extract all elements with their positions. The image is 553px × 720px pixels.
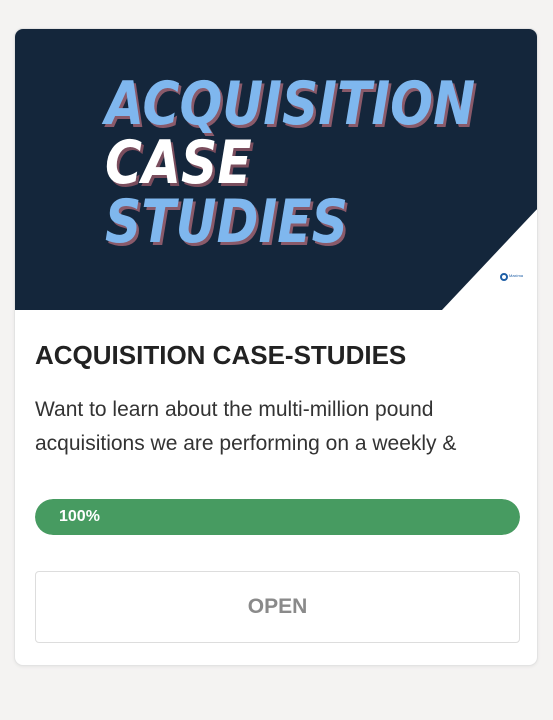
progress-bar: 100% — [35, 499, 520, 535]
course-title: ACQUISITION CASE-STUDIES — [35, 340, 407, 370]
logo-ring-icon — [500, 273, 508, 281]
banner-headline-line-3: STUDIES — [105, 187, 348, 257]
course-card: ACQUISITION CASE STUDIES Maxima ACQUISIT… — [14, 28, 538, 666]
logo-text: Maxima — [509, 273, 524, 278]
open-button[interactable]: OPEN — [35, 571, 520, 643]
brand-logo: Maxima — [500, 273, 532, 285]
banner-headline-line-2: CASE — [105, 128, 252, 198]
progress-label: 100% — [59, 508, 100, 525]
progress-bar-fill — [35, 499, 520, 535]
course-description: Want to learn about the multi-million po… — [35, 398, 457, 455]
banner-headline-line-1: ACQUISITION — [105, 69, 476, 139]
course-banner-image: ACQUISITION CASE STUDIES Maxima — [15, 29, 537, 310]
